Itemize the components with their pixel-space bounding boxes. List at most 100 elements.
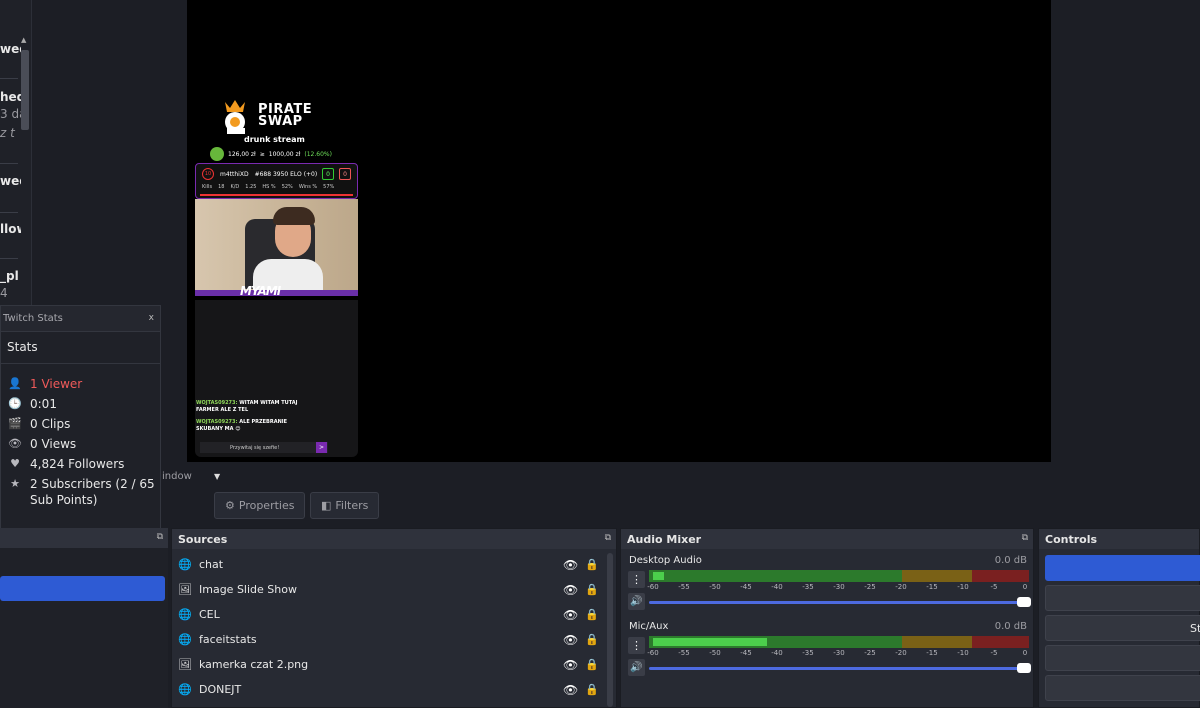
- faceit-bar: [200, 194, 353, 196]
- studio-mode-button[interactable]: St: [1045, 615, 1200, 641]
- float-icon[interactable]: ⧉: [1022, 533, 1028, 543]
- controls-dock-header: Controls: [1039, 529, 1199, 549]
- slider-knob[interactable]: [1017, 597, 1031, 607]
- faceit-kills: 18: [218, 184, 225, 190]
- source-item-chat[interactable]: 🌐 chat 👁 🔒: [178, 552, 602, 577]
- stat-subscribers: ★ 2 Subscribers (2 / 65 Sub Points): [8, 476, 160, 508]
- source-item-faceitstats[interactable]: 🌐 faceitstats 👁 🔒: [178, 627, 602, 652]
- float-icon[interactable]: ⧉: [605, 533, 611, 543]
- channel-name-desktop: Desktop Audio: [629, 555, 702, 566]
- meter-tick-label: -30: [833, 649, 845, 657]
- chevron-down-icon[interactable]: ▼: [214, 472, 220, 481]
- lock-icon[interactable]: 🔒: [585, 608, 599, 621]
- close-icon[interactable]: x: [149, 313, 154, 323]
- faceit-player: m4tthiXD: [220, 170, 249, 178]
- webcam-feed: [195, 199, 358, 296]
- channel-menu-icon[interactable]: ⋮: [628, 571, 645, 588]
- settings-button[interactable]: [1045, 645, 1200, 671]
- goal-percent: (12.60%): [304, 150, 332, 158]
- meter-tick-label: -55: [678, 649, 690, 657]
- source-name: DONEJT: [199, 683, 242, 696]
- lock-icon[interactable]: 🔒: [585, 658, 599, 671]
- stat-clips: 🎬 0 Clips: [8, 417, 71, 431]
- meter-tick-label: -10: [957, 583, 969, 591]
- meter-level: [653, 638, 767, 646]
- sources-dock: Sources ⧉ 🌐 chat 👁 🔒 🖼 Image Slide Show …: [171, 528, 617, 708]
- speaker-icon[interactable]: 🔊: [628, 593, 645, 610]
- source-item-kamerka[interactable]: 🖼 kamerka czat 2.png 👁 🔒: [178, 652, 602, 677]
- controls-dock: Controls St: [1038, 528, 1200, 708]
- eye-icon: 👁: [8, 437, 22, 450]
- stats-titlebar[interactable]: Twitch Stats x: [1, 306, 160, 332]
- speaker-icon[interactable]: 🔊: [628, 659, 645, 676]
- meter-tick-label: -60: [647, 649, 659, 657]
- channel-menu-icon[interactable]: ⋮: [628, 637, 645, 654]
- stats-heading: Stats: [7, 340, 38, 354]
- eye-icon[interactable]: 👁: [563, 658, 578, 672]
- eye-icon[interactable]: 👁: [563, 583, 578, 597]
- chat-fragment: 3 da: [0, 107, 21, 121]
- logo-wordmark: PIRATE SWAP: [258, 103, 312, 128]
- scene-item-selected[interactable]: [0, 576, 165, 601]
- eye-icon[interactable]: 👁: [563, 608, 578, 622]
- float-icon[interactable]: ⧉: [157, 532, 163, 542]
- eye-icon[interactable]: 👁: [563, 633, 578, 647]
- faceit-wins: 0: [322, 168, 334, 180]
- meter-tick-label: -50: [709, 649, 721, 657]
- volume-slider-mic[interactable]: [649, 663, 1031, 673]
- window-source-label[interactable]: indow: [162, 471, 192, 482]
- sources-scrollbar[interactable]: [607, 553, 613, 707]
- source-item-donejt[interactable]: 🌐 DONEJT 👁 🔒: [178, 677, 602, 702]
- source-item-cel[interactable]: 🌐 CEL 👁 🔒: [178, 602, 602, 627]
- overlay-chat: [195, 300, 358, 457]
- globe-icon: 🌐: [178, 608, 192, 621]
- source-item-slideshow[interactable]: 🖼 Image Slide Show 👁 🔒: [178, 577, 602, 602]
- source-name: Image Slide Show: [199, 583, 297, 596]
- chat-line: WOJTAS09273: WITAM WITAM TUTAJ: [196, 400, 298, 406]
- mixer-title: Audio Mixer: [627, 533, 702, 546]
- eye-icon[interactable]: 👁: [563, 683, 578, 697]
- start-streaming-button[interactable]: [1045, 555, 1200, 581]
- sources-dock-header: Sources ⧉: [172, 529, 616, 549]
- chat-fragment: wed: [0, 42, 21, 56]
- goal-target: 1000,00 zł: [268, 150, 301, 158]
- scroll-thumb[interactable]: [21, 50, 29, 130]
- clapper-icon: 🎬: [8, 417, 22, 430]
- filters-button[interactable]: ◧ Filters: [310, 492, 379, 519]
- faceit-losses: 0: [339, 168, 351, 180]
- meter-zone: [972, 570, 1029, 582]
- meter-scale: -60 -55 -50 -45 -40 -35 -30 -25 -20 -15 -10 -5 0: [647, 583, 1029, 593]
- stats-window-title: Twitch Stats: [3, 313, 63, 324]
- slider-knob[interactable]: [1017, 663, 1031, 673]
- meter-zone: [902, 636, 972, 648]
- source-name: chat: [199, 558, 224, 571]
- coin-icon: [210, 147, 224, 161]
- scroll-up-icon[interactable]: ▲: [21, 36, 26, 44]
- chat-line: FARMER ALE Z TEL: [196, 407, 249, 413]
- chat-scrollbar[interactable]: ▲: [20, 36, 30, 304]
- lock-icon[interactable]: 🔒: [585, 633, 599, 646]
- channel-db-desktop: 0.0 dB: [994, 555, 1027, 566]
- lock-icon[interactable]: 🔒: [585, 583, 599, 596]
- meter-tick-label: -10: [957, 649, 969, 657]
- controls-title: Controls: [1045, 533, 1098, 546]
- faceit-winrate-label: Wins %: [298, 184, 318, 190]
- volume-slider-desktop[interactable]: [649, 597, 1031, 607]
- eye-icon[interactable]: 👁: [563, 558, 578, 572]
- filter-icon: ◧: [321, 499, 332, 512]
- lock-icon[interactable]: 🔒: [585, 558, 599, 571]
- exit-button[interactable]: [1045, 675, 1200, 701]
- meter-tick-label: -30: [833, 583, 845, 591]
- meter-tick-label: -5: [990, 583, 998, 591]
- start-recording-button[interactable]: [1045, 585, 1200, 611]
- star-icon: ★: [10, 477, 20, 490]
- chat-fragment: llow: [0, 222, 21, 236]
- lock-icon[interactable]: 🔒: [585, 683, 599, 696]
- meter-tick-label: -55: [678, 583, 690, 591]
- faceit-kd-label: K/D: [230, 184, 240, 190]
- channel-name-mic: Mic/Aux: [629, 621, 669, 632]
- globe-icon: 🌐: [178, 558, 192, 571]
- meter-tick-label: -50: [709, 583, 721, 591]
- properties-button[interactable]: ⚙ Properties: [214, 492, 305, 519]
- divider: [0, 163, 18, 164]
